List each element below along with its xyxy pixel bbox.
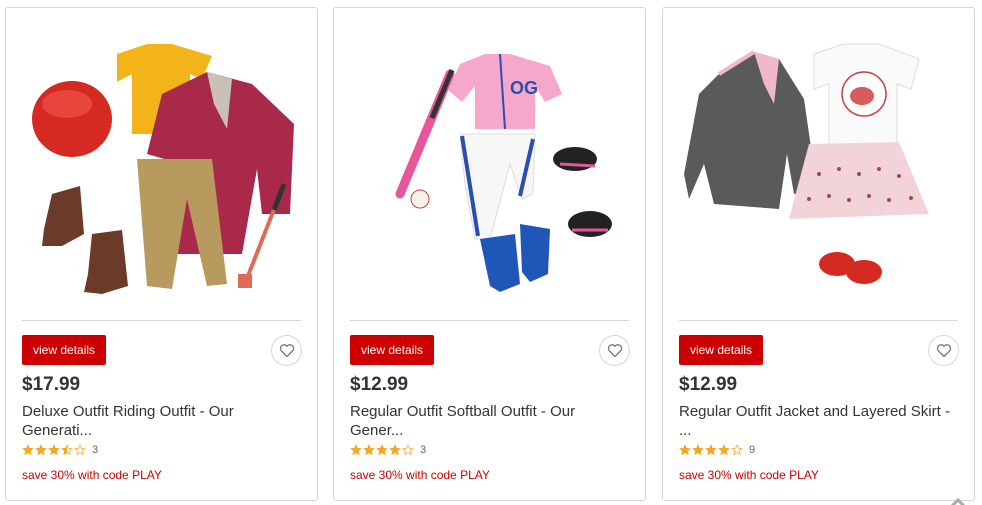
star-icon bbox=[74, 444, 86, 456]
review-count: 3 bbox=[420, 444, 427, 456]
card-divider bbox=[350, 320, 629, 321]
product-rating[interactable]: 9 bbox=[679, 443, 755, 457]
svg-text:OG: OG bbox=[510, 78, 538, 98]
view-details-button[interactable]: view details bbox=[350, 335, 435, 365]
promo-text: save 30% with code PLAY bbox=[679, 468, 819, 482]
star-rating bbox=[22, 444, 87, 456]
favorite-button[interactable] bbox=[271, 335, 302, 366]
product-image[interactable]: OG bbox=[350, 24, 630, 314]
promo-text: save 30% with code PLAY bbox=[350, 468, 490, 482]
product-rating[interactable]: 3 bbox=[22, 443, 98, 457]
product-card: view details $17.99 Deluxe Outfit Riding… bbox=[5, 7, 318, 501]
scroll-to-top-button[interactable] bbox=[948, 495, 968, 505]
card-divider bbox=[22, 320, 301, 321]
card-divider bbox=[679, 320, 958, 321]
heart-icon bbox=[936, 344, 951, 358]
star-icon bbox=[705, 444, 717, 456]
chevron-up-icon bbox=[950, 497, 966, 505]
product-title-line: Deluxe Outfit Riding Outfit - Our bbox=[22, 403, 234, 420]
star-icon bbox=[692, 444, 704, 456]
favorite-button[interactable] bbox=[599, 335, 630, 366]
heart-icon bbox=[607, 344, 622, 358]
star-icon bbox=[48, 444, 60, 456]
product-image[interactable] bbox=[679, 24, 959, 314]
star-icon bbox=[389, 444, 401, 456]
product-rating[interactable]: 3 bbox=[350, 443, 426, 457]
product-title[interactable]: Regular Outfit Softball Outfit - Our Gen… bbox=[350, 402, 629, 440]
star-icon bbox=[718, 444, 730, 456]
star-icon bbox=[402, 444, 414, 456]
star-icon bbox=[376, 444, 388, 456]
star-icon bbox=[363, 444, 375, 456]
view-details-button[interactable]: view details bbox=[679, 335, 764, 365]
product-card: view details $12.99 Regular Outfit Jacke… bbox=[662, 7, 975, 501]
product-price: $12.99 bbox=[350, 374, 409, 395]
product-title-line: Generati... bbox=[22, 422, 93, 439]
product-grid: view details $17.99 Deluxe Outfit Riding… bbox=[5, 7, 977, 501]
product-title[interactable]: Regular Outfit Jacket and Layered Skirt … bbox=[679, 402, 958, 440]
product-title-line: Regular Outfit Softball Outfit - Our bbox=[350, 403, 576, 420]
review-count: 9 bbox=[749, 444, 756, 456]
review-count: 3 bbox=[92, 444, 99, 456]
product-title-line: Regular Outfit Jacket and Layered Skirt … bbox=[679, 403, 950, 420]
star-icon bbox=[22, 444, 34, 456]
promo-text: save 30% with code PLAY bbox=[22, 468, 162, 482]
star-icon bbox=[61, 444, 73, 456]
star-icon bbox=[679, 444, 691, 456]
star-icon bbox=[350, 444, 362, 456]
product-title[interactable]: Deluxe Outfit Riding Outfit - Our Genera… bbox=[22, 402, 301, 440]
product-image[interactable] bbox=[22, 24, 302, 314]
favorite-button[interactable] bbox=[928, 335, 959, 366]
view-details-button[interactable]: view details bbox=[22, 335, 107, 365]
star-rating bbox=[679, 444, 744, 456]
product-title-line: Gener... bbox=[350, 422, 404, 439]
star-icon bbox=[731, 444, 743, 456]
product-price: $12.99 bbox=[679, 374, 738, 395]
star-icon bbox=[35, 444, 47, 456]
product-price: $17.99 bbox=[22, 374, 81, 395]
product-title-line: ... bbox=[679, 422, 692, 439]
product-card: OG view details $12.99 Regular Outfit So… bbox=[333, 7, 646, 501]
heart-icon bbox=[279, 344, 294, 358]
star-rating bbox=[350, 444, 415, 456]
